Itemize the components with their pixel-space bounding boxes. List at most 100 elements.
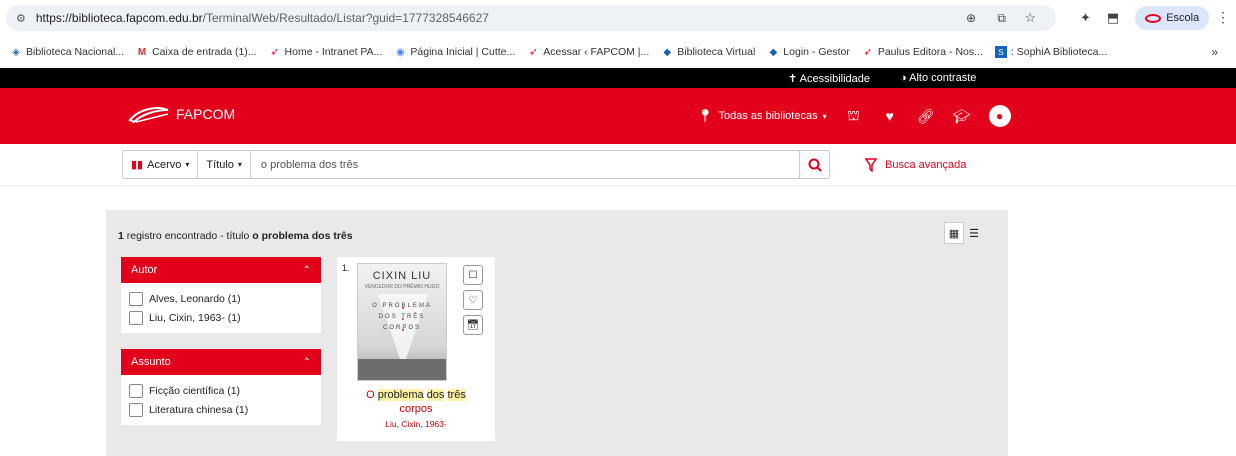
profile-logo-icon — [1145, 13, 1162, 23]
browser-profile-area: ✦ ⬒ Escola — [1080, 6, 1210, 30]
bookmark-star-icon[interactable]: ☆ — [1024, 10, 1036, 26]
site-header: FAPCOM 📍︎ Todas as bibliotecas ▾ ⛫ ♥ 🔗︎ … — [0, 88, 1236, 144]
more-bookmarks-icon[interactable]: » — [1211, 45, 1218, 59]
bookmark-item[interactable]: ◆ Biblioteca Virtual — [661, 46, 755, 58]
chevron-up-icon: ⌃ — [302, 264, 311, 276]
advanced-search-link[interactable]: Busca avançada — [865, 158, 966, 172]
extensions-icon[interactable]: ✦ — [1080, 10, 1091, 26]
search-icon — [808, 158, 822, 172]
bookmark-item[interactable]: ◉ Página Inicial | Cutte... — [394, 46, 515, 58]
bookmark-item[interactable]: ➶ Paulus Editora - Nos... — [862, 46, 983, 58]
field-dropdown[interactable]: Título ▾ — [198, 151, 251, 178]
browser-menu-icon[interactable]: ⋮ — [1216, 9, 1230, 26]
cover-subtitle: VENCEDOR DO PRÊMIO HUGO — [364, 284, 440, 290]
record-author[interactable]: Liu, Cixin, 1963- — [337, 419, 495, 429]
location-pin-icon: 📍︎ — [697, 108, 714, 123]
cover-author: CIXIN LIU — [372, 270, 432, 282]
link-icon[interactable]: 🔗︎ — [917, 107, 935, 125]
site-info-icon[interactable]: ⚙ — [16, 12, 26, 25]
library-selector[interactable]: 📍︎ Todas as bibliotecas ▾ — [697, 108, 827, 124]
bookmark-item[interactable]: M Caixa de entrada (1)... — [136, 46, 257, 58]
bookmark-item[interactable]: ◈ Biblioteca Nacional... — [10, 46, 124, 58]
paulus-icon: ➶ — [270, 46, 279, 58]
collection-label: Acervo — [147, 158, 182, 171]
profile-chip[interactable]: Escola — [1135, 6, 1210, 30]
browser-toolbar: ⚙ https://biblioteca.fapcom.edu.br/Termi… — [0, 0, 1236, 36]
url-path: /TerminalWeb/Resultado/Listar?guid=17773… — [202, 11, 489, 25]
heart-icon[interactable]: ♥ — [881, 107, 899, 125]
accessibility-icon: ✝ — [788, 73, 798, 85]
caret-down-icon: ▾ — [822, 111, 827, 121]
cover-title-line: CORPOS — [382, 325, 421, 331]
search-form: ▮▮ Acervo ▾ Título ▾ o problema dos três — [122, 150, 830, 179]
bookmark-item[interactable]: ➶ Home - Intranet PA... — [269, 46, 382, 58]
diamond-icon: ◆ — [769, 46, 778, 58]
bookmark-item[interactable]: S: SophiA Biblioteca... — [994, 46, 1107, 58]
results-summary-text: registro encontrado - título — [123, 230, 253, 242]
facet-header[interactable]: Assunto ⌃ — [121, 349, 321, 375]
results-summary: 1 registro encontrado - título o problem… — [118, 230, 353, 242]
filter-icon — [865, 158, 877, 172]
reserve-button[interactable]: 📅︎ — [463, 315, 483, 335]
calendar-clock-icon: 📅︎ — [466, 319, 480, 331]
library-select-label: Todas as bibliotecas — [718, 110, 818, 122]
facet-assunto: Assunto ⌃ Ficção científica (1) Literatu… — [121, 349, 321, 425]
brand-logo[interactable]: FAPCOM — [128, 104, 235, 124]
graduation-cap-icon[interactable]: 🎓︎ — [953, 107, 971, 125]
record-card: 1. CIXIN LIU VENCEDOR DO PRÊMIO HUGO O P… — [337, 257, 495, 441]
checkbox[interactable] — [129, 310, 143, 325]
search-button[interactable] — [799, 151, 829, 178]
contrast-icon: ◑ — [900, 72, 907, 84]
user-account-icon[interactable]: ● — [988, 105, 1011, 127]
results-query: o problema dos três — [252, 230, 353, 242]
facet-header[interactable]: Autor ⌃ — [121, 257, 321, 283]
header-actions: 📍︎ Todas as bibliotecas ▾ ⛫ ♥ 🔗︎ 🎓︎ ● — [697, 105, 1011, 127]
heart-outline-icon: ♡ — [468, 294, 478, 306]
checkbox[interactable] — [129, 402, 143, 417]
basket-icon[interactable]: ⛫ — [845, 107, 863, 125]
record-title-link[interactable]: O problema dos três corpos — [337, 388, 495, 416]
highlighted-term: três — [447, 389, 466, 401]
checkbox[interactable] — [129, 383, 143, 398]
high-contrast-link[interactable]: ◑ Alto contraste — [900, 72, 976, 84]
url-domain: https://biblioteca.fapcom.edu.br — [35, 11, 203, 25]
list-view-icon[interactable]: ☰ — [964, 222, 984, 244]
grid-view-icon[interactable]: ▦ — [944, 222, 964, 244]
facet-options: Alves, Leonardo (1) Liu, Cixin, 1963- (1… — [121, 283, 321, 333]
facet-option[interactable]: Ficção científica (1) — [129, 381, 313, 400]
brand-name: FAPCOM — [176, 106, 236, 122]
collection-dropdown[interactable]: ▮▮ Acervo ▾ — [123, 151, 199, 178]
paulus-icon: ➶ — [863, 46, 873, 58]
facet-option[interactable]: Literatura chinesa (1) — [129, 400, 313, 419]
book-cover[interactable]: CIXIN LIU VENCEDOR DO PRÊMIO HUGO O PROB… — [357, 263, 447, 381]
record-actions: ☐ ♡ 📅︎ — [463, 265, 483, 335]
facet-title: Autor — [131, 264, 158, 276]
facet-title: Assunto — [131, 356, 171, 368]
favorite-button[interactable]: ♡ — [463, 290, 483, 310]
search-input[interactable]: o problema dos três — [251, 159, 799, 171]
accessibility-link[interactable]: ✝ Acessibilidade — [788, 72, 870, 85]
facet-option[interactable]: Liu, Cixin, 1963- (1) — [129, 308, 313, 327]
profile-label: Escola — [1166, 12, 1200, 24]
checkbox[interactable] — [129, 291, 143, 306]
highlighted-term: dos — [426, 389, 445, 401]
search-row: ▮▮ Acervo ▾ Título ▾ o problema dos três… — [0, 144, 1236, 186]
install-app-icon[interactable]: ⧉ — [997, 11, 1006, 26]
cover-title-line: O PROBLEMA — [372, 303, 432, 309]
globe-icon: ◈ — [12, 46, 20, 58]
books-icon: ▮▮ — [131, 159, 144, 171]
zoom-icon[interactable]: ⊕ — [966, 11, 976, 25]
select-checkbox-button[interactable]: ☐ — [463, 265, 483, 285]
bookmark-item[interactable]: ◆ Login - Gestor — [767, 46, 849, 58]
sophia-icon: S — [994, 46, 1007, 58]
caret-down-icon: ▾ — [237, 160, 242, 169]
address-bar[interactable]: ⚙ https://biblioteca.fapcom.edu.br/Termi… — [6, 5, 1056, 31]
bookmark-item[interactable]: ➶ Acessar ‹ FAPCOM |... — [527, 46, 649, 58]
record-index: 1. — [342, 263, 350, 273]
diamond-icon: ◆ — [663, 46, 672, 58]
facet-option[interactable]: Alves, Leonardo (1) — [129, 289, 313, 308]
accessibility-bar: ✝ Acessibilidade ◑ Alto contraste — [0, 68, 1236, 88]
highlighted-term: problema — [377, 389, 424, 401]
side-panel-icon[interactable]: ⬒ — [1107, 10, 1119, 26]
chevron-up-icon: ⌃ — [302, 356, 311, 368]
